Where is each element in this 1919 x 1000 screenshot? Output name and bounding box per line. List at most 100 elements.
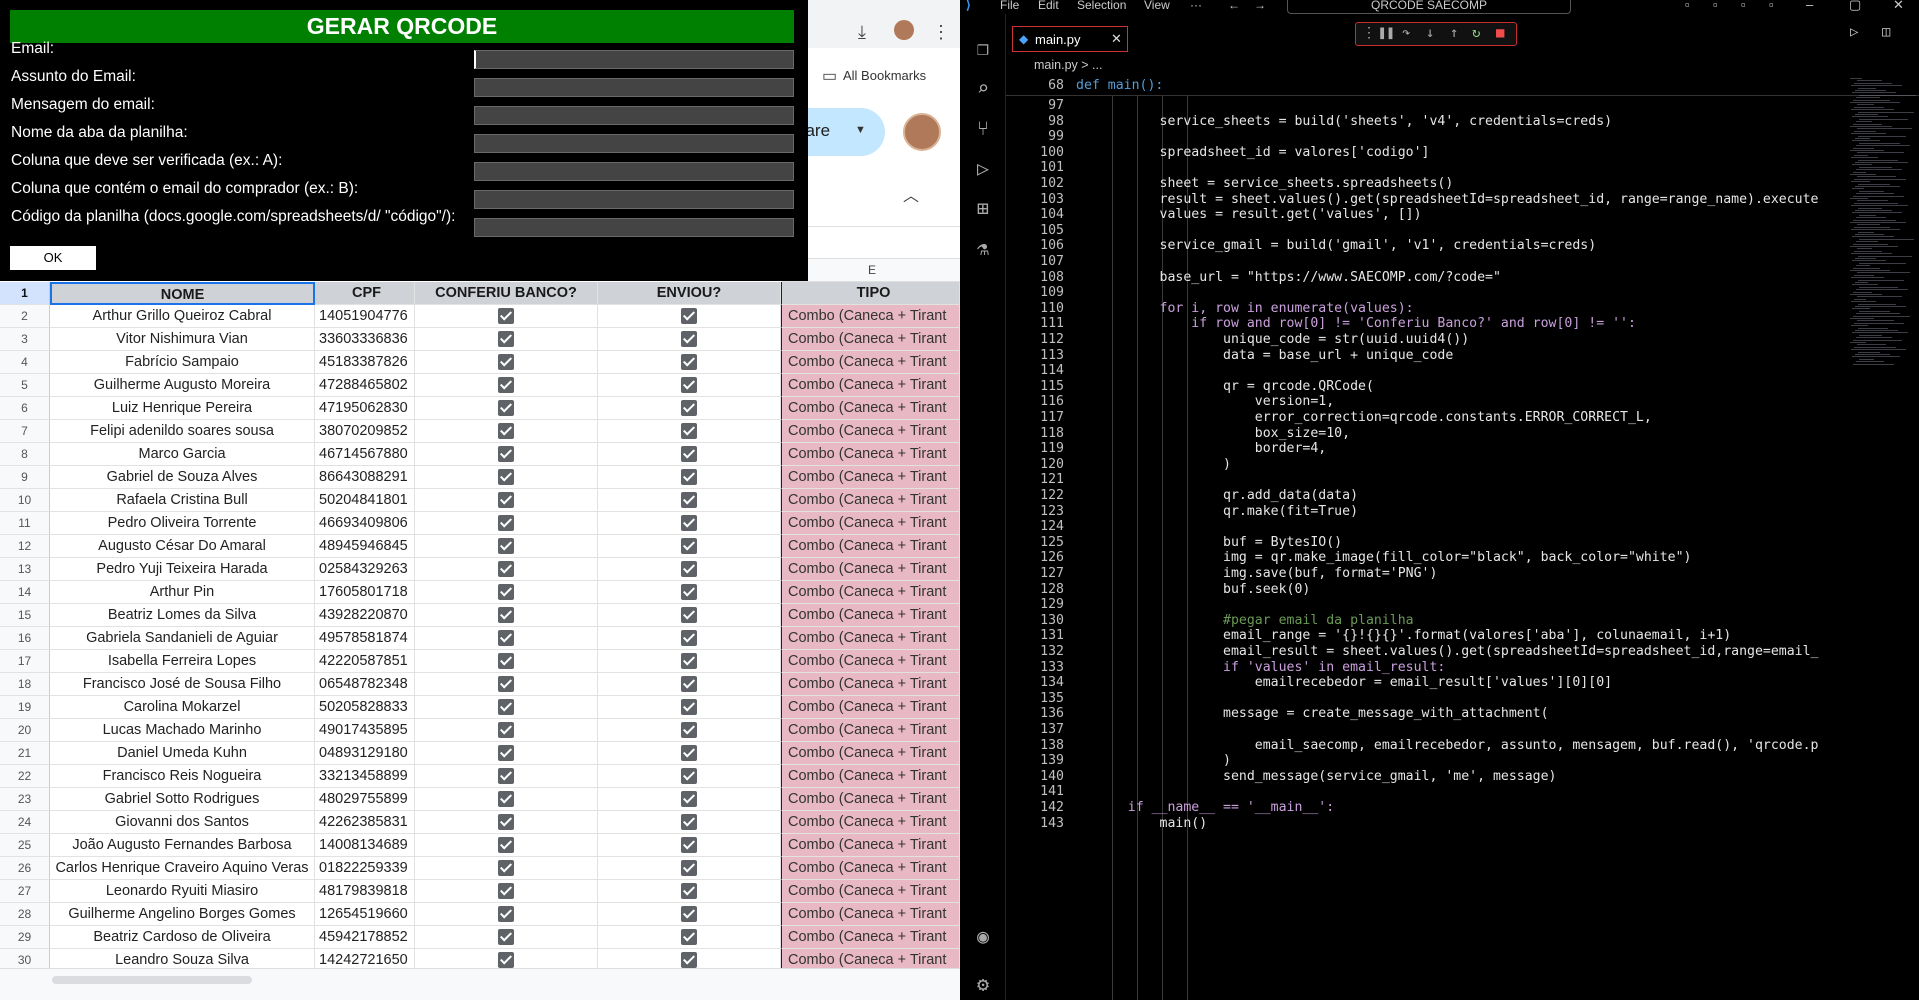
checkbox-checked[interactable]	[681, 630, 697, 646]
menu-view[interactable]: View	[1144, 0, 1170, 12]
cell-nome[interactable]: Leonardo Ryuiti Miasiro	[50, 880, 315, 903]
cell-nome[interactable]: Guilherme Angelino Borges Gomes	[50, 903, 315, 926]
share-dropdown-icon[interactable]: ▼	[855, 124, 866, 136]
cell-conferiu-banco[interactable]	[415, 696, 598, 719]
dialog-field-input[interactable]	[474, 218, 794, 237]
checkbox-checked[interactable]	[681, 538, 697, 554]
checkbox-checked[interactable]	[498, 883, 514, 899]
maximize-icon[interactable]: ▢	[1849, 0, 1861, 13]
cell-tipo[interactable]: Combo (Caneca + Tirant	[781, 420, 960, 443]
cell-cpf[interactable]: 48179839818	[315, 880, 415, 903]
row-number[interactable]: 28	[0, 903, 50, 926]
browser-menu-icon[interactable]: ⋮	[932, 22, 950, 43]
cell-tipo[interactable]: Combo (Caneca + Tirant	[781, 903, 960, 926]
row-number[interactable]: 15	[0, 604, 50, 627]
avatar[interactable]	[903, 113, 941, 151]
cell-cpf[interactable]: 04893129180	[315, 742, 415, 765]
cell-conferiu-banco[interactable]	[415, 305, 598, 328]
cell-nome[interactable]: Gabriel Sotto Rodrigues	[50, 788, 315, 811]
row-number[interactable]: 6	[0, 397, 50, 420]
cell-cpf[interactable]: 14008134689	[315, 834, 415, 857]
restart-icon[interactable]: ↻	[1472, 25, 1480, 41]
cell-enviou[interactable]	[598, 466, 781, 489]
cell-enviou[interactable]	[598, 420, 781, 443]
cell-enviou[interactable]	[598, 696, 781, 719]
checkbox-checked[interactable]	[498, 423, 514, 439]
horizontal-scrollbar[interactable]	[52, 976, 252, 984]
cell-enviou[interactable]	[598, 328, 781, 351]
row-number[interactable]: 16	[0, 627, 50, 650]
cell-enviou[interactable]	[598, 834, 781, 857]
cell-cpf[interactable]: 46714567880	[315, 443, 415, 466]
cell-nome[interactable]: Arthur Pin	[50, 581, 315, 604]
checkbox-checked[interactable]	[681, 492, 697, 508]
cell-nome[interactable]: Arthur Grillo Queiroz Cabral	[50, 305, 315, 328]
checkbox-checked[interactable]	[681, 906, 697, 922]
cell-nome[interactable]: Carolina Mokarzel	[50, 696, 315, 719]
menu-more[interactable]: ···	[1190, 0, 1202, 12]
cell-tipo[interactable]: Combo (Caneca + Tirant	[781, 788, 960, 811]
cell-cpf[interactable]: 47195062830	[315, 397, 415, 420]
layout-icon[interactable]: ▫	[1685, 0, 1690, 12]
cell-cpf[interactable]: 06548782348	[315, 673, 415, 696]
cell-conferiu-banco[interactable]	[415, 466, 598, 489]
cell-nome[interactable]: Carlos Henrique Craveiro Aquino Veras	[50, 857, 315, 880]
cell-enviou[interactable]	[598, 903, 781, 926]
cell-nome[interactable]: Lucas Machado Marinho	[50, 719, 315, 742]
cell-tipo[interactable]: Combo (Caneca + Tirant	[781, 834, 960, 857]
checkbox-checked[interactable]	[681, 584, 697, 600]
checkbox-checked[interactable]	[498, 607, 514, 623]
column-header-e[interactable]: E	[782, 258, 960, 282]
cell-nome[interactable]: Pedro Yuji Teixeira Harada	[50, 558, 315, 581]
checkbox-checked[interactable]	[498, 837, 514, 853]
cell-conferiu-banco[interactable]	[415, 374, 598, 397]
explorer-icon[interactable]: ❐	[971, 36, 995, 60]
row-number[interactable]: 21	[0, 742, 50, 765]
step-over-icon[interactable]: ↷	[1402, 25, 1410, 41]
checkbox-checked[interactable]	[498, 722, 514, 738]
cell-enviou[interactable]	[598, 627, 781, 650]
cell-nome[interactable]: Francisco Reis Nogueira	[50, 765, 315, 788]
cell-cpf[interactable]: 38070209852	[315, 420, 415, 443]
row-number[interactable]: 25	[0, 834, 50, 857]
cell-conferiu-banco[interactable]	[415, 535, 598, 558]
checkbox-checked[interactable]	[681, 699, 697, 715]
checkbox-checked[interactable]	[498, 906, 514, 922]
cell-conferiu-banco[interactable]	[415, 627, 598, 650]
dialog-field-input[interactable]	[474, 134, 794, 153]
row-number[interactable]: 4	[0, 351, 50, 374]
cell-tipo[interactable]: Combo (Caneca + Tirant	[781, 374, 960, 397]
cell-conferiu-banco[interactable]	[415, 834, 598, 857]
cell-nome[interactable]: Vitor Nishimura Vian	[50, 328, 315, 351]
row-number[interactable]: 3	[0, 328, 50, 351]
cell-enviou[interactable]	[598, 650, 781, 673]
row-number[interactable]: 26	[0, 857, 50, 880]
cell-enviou[interactable]	[598, 742, 781, 765]
account-icon[interactable]: ◉	[971, 924, 995, 948]
header-cell-conferiu-banco[interactable]: CONFERIU BANCO?	[415, 282, 598, 305]
cell-enviou[interactable]	[598, 926, 781, 949]
code-editor[interactable]: 97 98 service_sheets = build('sheets', 'v…	[1006, 96, 1856, 1000]
cell-tipo[interactable]: Combo (Caneca + Tirant	[781, 765, 960, 788]
profile-avatar-small[interactable]	[894, 20, 914, 40]
cell-cpf[interactable]: 02584329263	[315, 558, 415, 581]
cell-nome[interactable]: Rafaela Cristina Bull	[50, 489, 315, 512]
row-number[interactable]: 29	[0, 926, 50, 949]
cell-conferiu-banco[interactable]	[415, 397, 598, 420]
cell-tipo[interactable]: Combo (Caneca + Tirant	[781, 742, 960, 765]
checkbox-checked[interactable]	[681, 676, 697, 692]
checkbox-checked[interactable]	[498, 860, 514, 876]
cell-enviou[interactable]	[598, 880, 781, 903]
row-number[interactable]: 24	[0, 811, 50, 834]
panel-toggle-icon[interactable]: ▫	[1741, 0, 1746, 12]
step-out-icon[interactable]: ↑	[1450, 25, 1458, 41]
cell-cpf[interactable]: 42262385831	[315, 811, 415, 834]
header-cell-tipo[interactable]: TIPO	[781, 282, 960, 305]
cell-enviou[interactable]	[598, 351, 781, 374]
row-number[interactable]: 27	[0, 880, 50, 903]
cell-nome[interactable]: Isabella Ferreira Lopes	[50, 650, 315, 673]
cell-conferiu-banco[interactable]	[415, 351, 598, 374]
secondary-sidebar-icon[interactable]: ▫	[1769, 0, 1774, 12]
cell-tipo[interactable]: Combo (Caneca + Tirant	[781, 926, 960, 949]
cell-enviou[interactable]	[598, 374, 781, 397]
